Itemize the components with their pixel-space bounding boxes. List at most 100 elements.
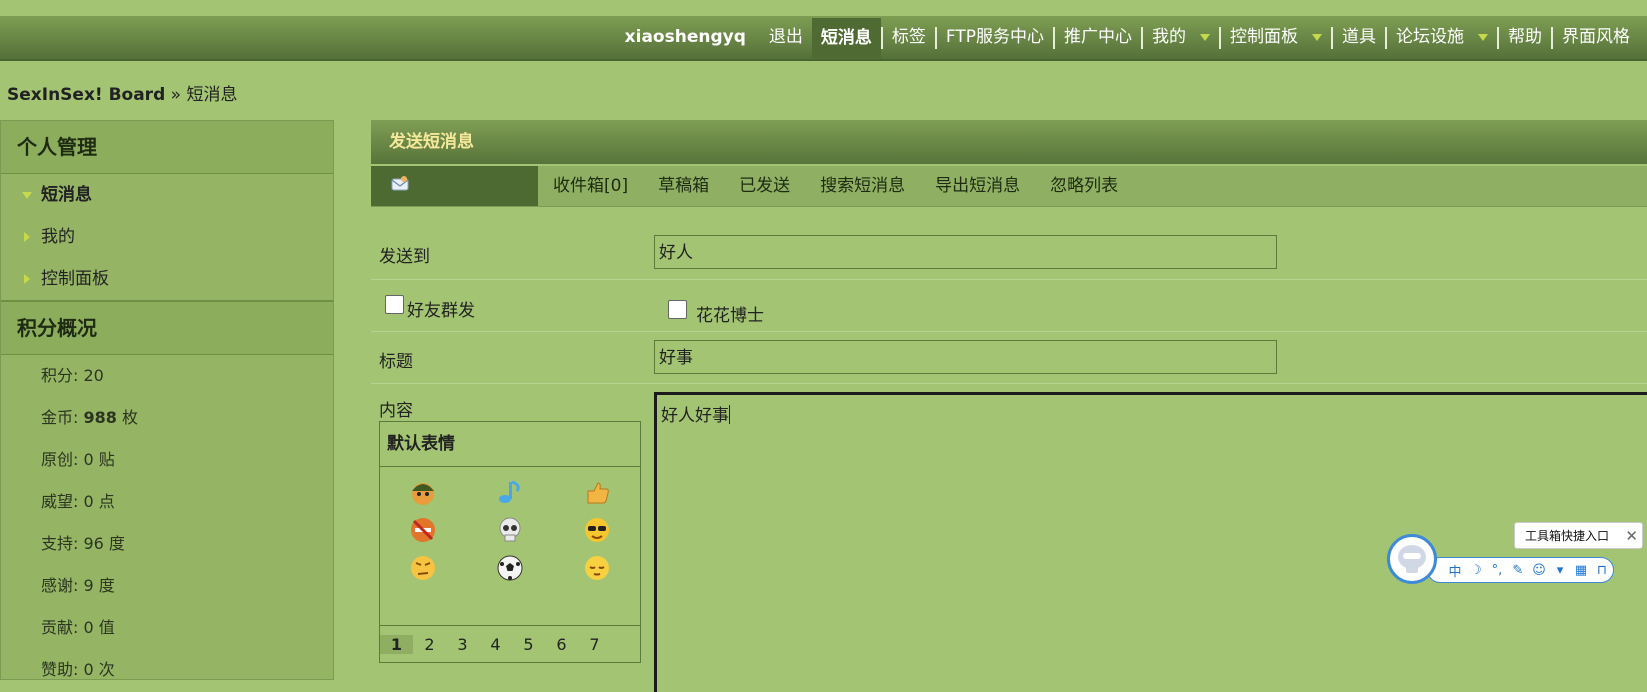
stat-label: 感谢: — [41, 576, 84, 595]
toolbox-avatar-icon[interactable] — [1387, 534, 1437, 584]
sidebar-item-label: 短消息 — [41, 185, 92, 205]
message-content-textarea[interactable]: 好人好事 — [654, 392, 1647, 692]
nav-logout[interactable]: 退出 — [760, 15, 812, 60]
stat-label: 原创: — [41, 450, 84, 469]
collapsed-arrow-icon — [24, 274, 30, 284]
stat-label: 赞助: — [41, 660, 84, 679]
smilies-page-4[interactable]: 4 — [479, 635, 512, 654]
smilies-page-6[interactable]: 6 — [545, 635, 578, 654]
stat-thanks: 感谢: 9 度 — [1, 565, 333, 607]
stat-unit: 枚 — [116, 408, 138, 427]
smiley-annoyed-icon[interactable] — [408, 553, 438, 583]
smilies-title: 默认表情 — [380, 422, 640, 467]
dropdown-arrow-icon[interactable] — [1200, 34, 1210, 41]
sidebar-item-label: 我的 — [41, 227, 75, 247]
grid-icon[interactable]: ▦ — [1573, 563, 1589, 578]
close-icon[interactable]: ✕ — [1625, 523, 1638, 550]
stat-unit: 度 — [103, 534, 125, 553]
username-link[interactable]: xiaoshengyq — [611, 15, 760, 60]
stat-value: 0 — [83, 618, 94, 637]
lock-icon[interactable]: ⊓ — [1594, 563, 1610, 578]
nav-control-panel[interactable]: 控制面板 — [1221, 15, 1331, 60]
form-row-divider — [371, 279, 1647, 332]
nav-tags[interactable]: 标签 — [883, 15, 935, 60]
smilies-page-7[interactable]: 7 — [578, 635, 611, 654]
stat-unit: 点 — [93, 492, 115, 511]
nav-control-panel-label: 控制面板 — [1230, 27, 1298, 47]
smiley-soccer-ball-icon[interactable] — [495, 553, 525, 583]
tab-drafts[interactable]: 草稿箱 — [643, 166, 724, 206]
stat-contribution: 贡献: 0 值 — [1, 607, 333, 649]
ime-chinese-icon[interactable]: 中 — [1447, 561, 1463, 580]
dropdown-arrow-icon[interactable] — [1312, 34, 1322, 41]
smilies-page-2[interactable]: 2 — [413, 635, 446, 654]
stat-value: 988 — [83, 408, 117, 427]
breadcrumb-site-link[interactable]: SexInSex! Board — [7, 85, 165, 105]
smiley-soldier-icon[interactable] — [408, 477, 438, 507]
wrench-icon[interactable]: ✎ — [1510, 563, 1526, 578]
top-nav: xiaoshengyq 退出 短消息 标签 FTP服务中心 推广中心 我的 控制… — [0, 16, 1647, 61]
nav-mine[interactable]: 我的 — [1143, 15, 1219, 60]
skin-icon[interactable]: ▾ — [1552, 563, 1568, 578]
stat-gold: 金币: 988 枚 — [1, 397, 333, 439]
toolbox-tooltip: 工具箱快捷入口 ✕ — [1514, 522, 1643, 549]
smiley-music-note-icon[interactable] — [495, 477, 525, 507]
panel-title: 发送短消息 — [371, 120, 1647, 164]
compose-icon — [391, 175, 409, 198]
nav-help[interactable]: 帮助 — [1499, 15, 1551, 60]
nav-ftp[interactable]: FTP服务中心 — [937, 15, 1053, 60]
punctuation-icon[interactable]: °, — [1489, 563, 1505, 578]
sidebar-section-title: 积分概况 — [1, 300, 333, 355]
stat-original: 原创: 0 贴 — [1, 439, 333, 481]
stat-value: 96 — [83, 534, 104, 553]
nav-style[interactable]: 界面风格 — [1553, 15, 1639, 60]
stat-unit: 度 — [93, 576, 115, 595]
tab-search[interactable]: 搜索短消息 — [805, 166, 920, 206]
friend-name-label: 花花博士 — [696, 306, 764, 326]
stat-label: 积分: — [41, 366, 84, 385]
stat-value: 20 — [83, 366, 104, 385]
stat-value: 0 — [83, 660, 94, 679]
moon-icon[interactable]: ☽ — [1468, 563, 1484, 578]
sidebar-item-mine[interactable]: 我的 — [1, 216, 333, 258]
smilies-panel: 默认表情 1 2 3 4 5 6 7 — [379, 421, 641, 663]
smiley-thumbs-up-icon[interactable] — [582, 477, 612, 507]
smiley-sleepy-icon[interactable] — [582, 553, 612, 583]
smilies-page-5[interactable]: 5 — [512, 635, 545, 654]
nav-forum-tools-label: 论坛设施 — [1396, 27, 1464, 47]
smilies-pagination: 1 2 3 4 5 6 7 — [380, 625, 640, 663]
sidebar-section-title: 个人管理 — [1, 121, 333, 174]
breadcrumb: SexInSex! Board » 短消息 — [7, 80, 237, 105]
smilies-page-3[interactable]: 3 — [446, 635, 479, 654]
smilies-page-1[interactable]: 1 — [380, 635, 413, 654]
emoji-icon[interactable]: ☺ — [1531, 563, 1547, 578]
collapsed-arrow-icon — [24, 232, 30, 242]
nav-forum-tools[interactable]: 论坛设施 — [1387, 15, 1497, 60]
stat-sponsor: 赞助: 0 次 — [1, 649, 333, 691]
smiley-sunglasses-icon[interactable] — [582, 515, 612, 545]
dropdown-arrow-icon[interactable] — [1478, 34, 1488, 41]
tab-ignore-list[interactable]: 忽略列表 — [1035, 166, 1133, 206]
nav-promotion[interactable]: 推广中心 — [1055, 15, 1141, 60]
stat-unit: 值 — [93, 618, 115, 637]
message-content-text: 好人好事 — [661, 406, 729, 426]
friend-checkbox[interactable] — [668, 300, 687, 319]
text-cursor — [729, 405, 730, 424]
smiley-no-smoking-icon[interactable] — [408, 515, 438, 545]
tab-sent[interactable]: 已发送 — [724, 166, 805, 206]
breadcrumb-separator: » — [165, 85, 187, 105]
nav-messages[interactable]: 短消息 — [811, 17, 881, 58]
sidebar-item-messages[interactable]: 短消息 — [1, 174, 333, 216]
expanded-arrow-icon — [22, 192, 32, 199]
group-send-checkbox[interactable] — [385, 295, 404, 314]
tab-compose[interactable] — [371, 166, 538, 206]
smiley-skull-icon[interactable] — [495, 515, 525, 545]
recipient-input[interactable]: 好人 — [654, 235, 1277, 269]
sidebar-item-control-panel[interactable]: 控制面板 — [1, 258, 333, 300]
nav-props[interactable]: 道具 — [1333, 15, 1385, 60]
toolbox-tooltip-text: 工具箱快捷入口 — [1525, 529, 1610, 543]
subject-input[interactable]: 好事 — [654, 340, 1277, 374]
tab-inbox[interactable]: 收件箱[0] — [538, 166, 643, 206]
stat-value: 9 — [83, 576, 94, 595]
tab-export[interactable]: 导出短消息 — [920, 166, 1035, 206]
